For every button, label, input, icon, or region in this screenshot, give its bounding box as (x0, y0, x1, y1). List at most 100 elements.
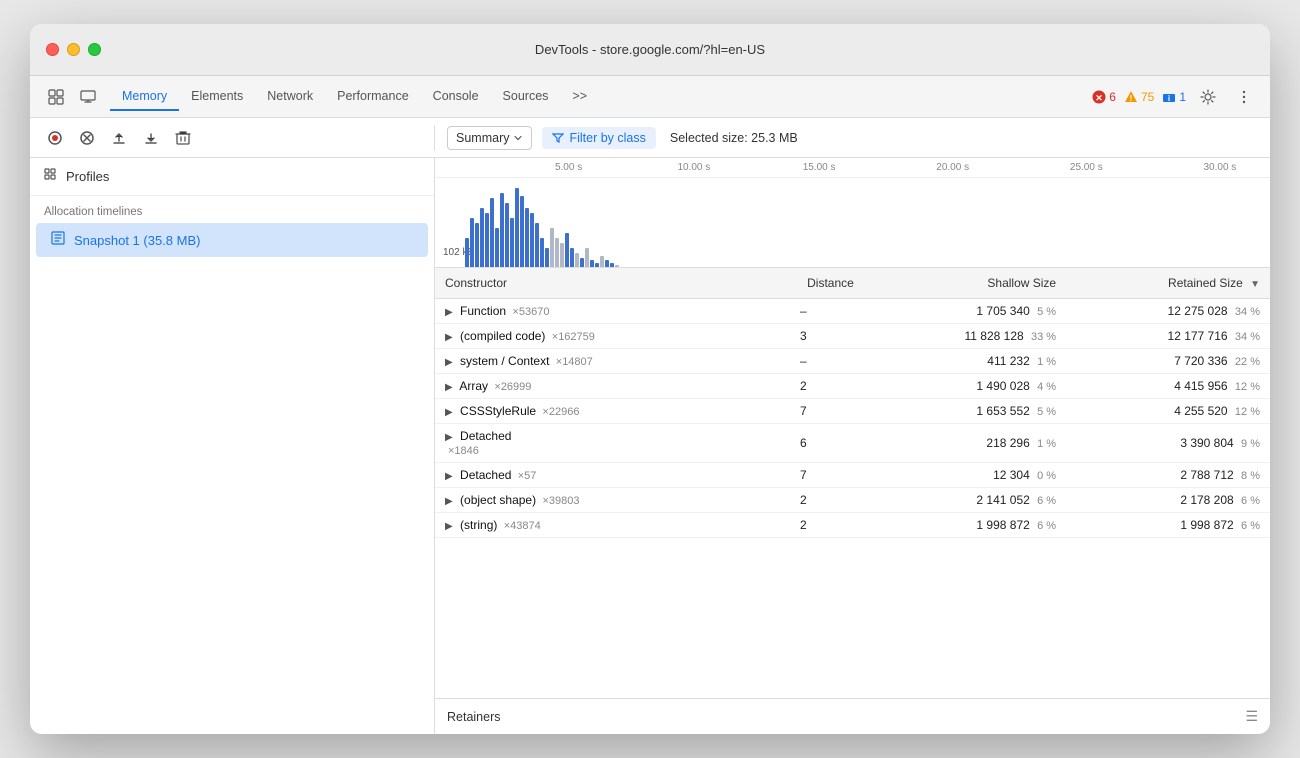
bar (465, 238, 469, 268)
expand-arrow[interactable]: ▶ (445, 382, 453, 393)
col-shallow-size: Shallow Size (864, 268, 1066, 299)
expand-arrow[interactable]: ▶ (445, 307, 453, 318)
toolbar-right: ✕ 6 ! 75 i 1 (1092, 83, 1258, 111)
snapshot-icon (50, 230, 66, 250)
bar (550, 228, 554, 268)
sidebar-snapshot-item[interactable]: Snapshot 1 (35.8 MB) (36, 223, 428, 257)
cell-shallow-size: 2 141 052 6 % (864, 488, 1066, 513)
collect-garbage-icon[interactable] (170, 125, 196, 151)
bar (485, 213, 489, 268)
bar (605, 260, 609, 268)
cell-distance: 2 (743, 513, 864, 538)
bar (590, 260, 594, 268)
maximize-button[interactable] (88, 43, 101, 56)
bar (515, 188, 519, 268)
time-10s: 10.00 s (677, 162, 710, 173)
record-button[interactable] (42, 125, 68, 151)
table-row[interactable]: ▶ (object shape) ×39803 2 2 141 052 6 % … (435, 488, 1270, 513)
profiles-title: Profiles (66, 169, 109, 184)
col-distance: Distance (743, 268, 864, 299)
bar (540, 238, 544, 268)
constructor-name: Function (460, 304, 506, 318)
minimize-button[interactable] (67, 43, 80, 56)
monitor-icon[interactable] (74, 83, 102, 111)
time-5s: 5.00 s (555, 162, 582, 173)
table-row[interactable]: ▶ (string) ×43874 2 1 998 872 6 % 1 998 … (435, 513, 1270, 538)
cell-retained-size: 4 415 956 12 % (1066, 374, 1270, 399)
upload-icon[interactable] (106, 125, 132, 151)
close-button[interactable] (46, 43, 59, 56)
count-label: ×162759 (552, 331, 595, 343)
info-count: 1 (1179, 90, 1186, 104)
cell-shallow-size: 1 998 872 6 % (864, 513, 1066, 538)
bar (530, 213, 534, 268)
sort-icon: ▼ (1250, 279, 1260, 290)
main-content: Profiles Allocation timelines Snapshot 1… (30, 158, 1270, 734)
retainers-menu-icon: ☰ (1245, 708, 1258, 725)
bar (570, 248, 574, 268)
tab-more[interactable]: >> (560, 83, 599, 111)
table-row[interactable]: ▶ Array ×26999 2 1 490 028 4 % 4 415 956… (435, 374, 1270, 399)
svg-text:!: ! (1130, 94, 1133, 103)
constructor-name: Detached (460, 468, 515, 482)
table-row[interactable]: ▶ Detached ×1846 6 218 296 1 % 3 390 804… (435, 424, 1270, 463)
expand-arrow[interactable]: ▶ (445, 357, 453, 368)
traffic-lights (46, 43, 101, 56)
window-title: DevTools - store.google.com/?hl=en-US (535, 42, 765, 57)
cell-retained-size: 2 788 712 8 % (1066, 463, 1270, 488)
cell-shallow-size: 411 232 1 % (864, 349, 1066, 374)
summary-dropdown[interactable]: Summary (447, 126, 532, 150)
cell-shallow-size: 11 828 128 33 % (864, 324, 1066, 349)
selected-size-label: Selected size: 25.3 MB (670, 131, 798, 145)
expand-arrow[interactable]: ▶ (445, 521, 453, 532)
count-label: ×39803 (542, 495, 579, 507)
table-row[interactable]: ▶ (compiled code) ×162759 3 11 828 128 3… (435, 324, 1270, 349)
table-row[interactable]: ▶ Function ×53670 – 1 705 340 5 % 12 275… (435, 299, 1270, 324)
tab-sources[interactable]: Sources (491, 83, 561, 111)
expand-arrow[interactable]: ▶ (445, 407, 453, 418)
bar (580, 258, 584, 268)
bar (500, 193, 504, 268)
settings-icon[interactable] (1194, 83, 1222, 111)
expand-arrow[interactable]: ▶ (445, 332, 453, 343)
table-row[interactable]: ▶ system / Context ×14807 – 411 232 1 % … (435, 349, 1270, 374)
cell-retained-size: 2 178 208 6 % (1066, 488, 1270, 513)
bar (565, 233, 569, 268)
warning-badge[interactable]: ! 75 (1124, 90, 1154, 104)
constructor-name: system / Context (460, 354, 549, 368)
allocation-timelines-label: Allocation timelines (30, 196, 434, 222)
error-badge[interactable]: ✕ 6 (1092, 90, 1116, 104)
bar (555, 238, 559, 268)
timeline-ruler: 5.00 s 10.00 s 15.00 s 20.00 s 25.00 s 3… (435, 158, 1270, 178)
more-options-icon[interactable] (1230, 83, 1258, 111)
bar (600, 256, 604, 268)
bar (585, 248, 589, 268)
expand-arrow[interactable]: ▶ (445, 496, 453, 507)
tab-group: Memory Elements Network Performance Cons… (110, 83, 599, 111)
count-label: ×57 (518, 470, 537, 482)
tab-performance[interactable]: Performance (325, 83, 421, 111)
heap-table-wrapper[interactable]: Constructor Distance Shallow Size Retain… (435, 268, 1270, 698)
cell-retained-size: 12 177 716 34 % (1066, 324, 1270, 349)
expand-arrow[interactable]: ▶ (445, 432, 453, 443)
bar (575, 253, 579, 268)
tab-network[interactable]: Network (255, 83, 325, 111)
tab-memory[interactable]: Memory (110, 83, 179, 111)
info-badge[interactable]: i 1 (1162, 90, 1186, 104)
right-panel: 5.00 s 10.00 s 15.00 s 20.00 s 25.00 s 3… (435, 158, 1270, 734)
cell-constructor: ▶ Detached ×1846 (435, 424, 743, 463)
table-row[interactable]: ▶ CSSStyleRule ×22966 7 1 653 552 5 % 4 … (435, 399, 1270, 424)
grid-icon[interactable] (42, 83, 70, 111)
expand-arrow[interactable]: ▶ (445, 471, 453, 482)
count-label: ×14807 (556, 356, 593, 368)
table-row[interactable]: ▶ Detached ×57 7 12 304 0 % 2 788 712 8 … (435, 463, 1270, 488)
tab-elements[interactable]: Elements (179, 83, 255, 111)
bar (560, 243, 564, 268)
cell-distance: – (743, 349, 864, 374)
constructor-name: Detached ×1846 (445, 429, 733, 457)
filter-class-button[interactable]: Filter by class (542, 127, 655, 149)
clear-button[interactable] (74, 125, 100, 151)
cell-retained-size: 12 275 028 34 % (1066, 299, 1270, 324)
download-icon[interactable] (138, 125, 164, 151)
tab-console[interactable]: Console (421, 83, 491, 111)
